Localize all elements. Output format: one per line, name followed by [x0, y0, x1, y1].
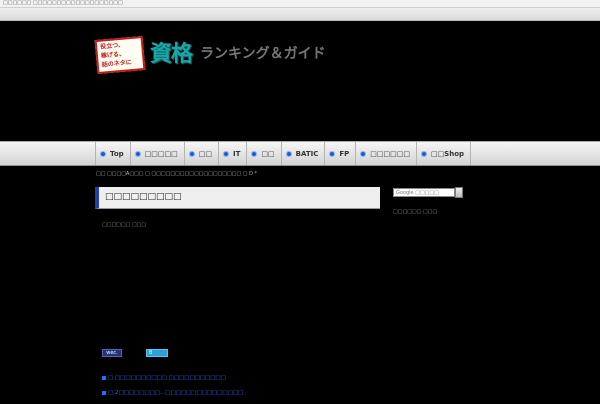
- bullet-icon: [360, 150, 367, 157]
- sidebar-text: □□□□□□ □□□: [393, 209, 438, 215]
- breadcrumb[interactable]: □□ □□□□A□□□ □ □□□□□□□□□□□□□□□□□□□ □ D *: [96, 171, 257, 177]
- logo-badge[interactable]: 役立つ、 稼げる、 話のネタに: [94, 35, 146, 75]
- bullet-icon: [420, 150, 427, 157]
- nav-item-shop[interactable]: □□Shop: [417, 142, 472, 165]
- share-button[interactable]: wec.: [102, 349, 122, 357]
- bullet-icon: [329, 150, 336, 157]
- site-logo[interactable]: 資格: [150, 36, 193, 68]
- search-button[interactable]: [455, 187, 463, 198]
- bullet-icon: [222, 150, 229, 157]
- top-strip: □□□□□□ □□□□□□□□□□□□□□□□□□□: [0, 0, 600, 8]
- nav-item-8[interactable]: □□□□□□: [356, 142, 417, 165]
- nav-item-3[interactable]: □□: [185, 142, 219, 165]
- top-strip-text: □□□□□□ □□□□□□□□□□□□□□□□□□□: [3, 0, 123, 6]
- bullet-icon: [285, 150, 292, 157]
- nav-item-fp[interactable]: FP: [325, 142, 357, 165]
- bullet-square-icon: [102, 391, 106, 395]
- page-title-box: □□□□□□□□□: [95, 187, 380, 209]
- bullet-icon: [134, 150, 141, 157]
- nav-item-top[interactable]: Top: [95, 142, 131, 165]
- bullet-icon: [251, 150, 258, 157]
- main-nav: Top □□□□□ □□ IT □□ BATIC FP □□□□□□ □□Sho…: [0, 141, 600, 166]
- site-logo-subtitle[interactable]: ランキング＆ガイド: [200, 43, 326, 63]
- bullet-icon: [188, 150, 195, 157]
- related-link[interactable]: □ 2□□□□□□□□...□□□□□□□□□□□□□□□: [102, 389, 243, 397]
- bookmark-button[interactable]: B: [146, 349, 168, 357]
- bullet-square-icon: [102, 376, 106, 380]
- bullet-icon: [100, 150, 106, 157]
- nav-item-batic[interactable]: BATIC: [282, 142, 326, 165]
- logo-badge-line: 話のネタに: [101, 59, 133, 69]
- related-link[interactable]: □ □□□□□□□□□□ □□□□□□□□□□□: [102, 374, 243, 382]
- nav-item-2[interactable]: □□□□□: [131, 142, 185, 165]
- search-input[interactable]: [393, 188, 455, 197]
- header-bar: [0, 8, 600, 21]
- page-title: □□□□□□□□□: [105, 192, 182, 202]
- nav-item-it[interactable]: IT: [219, 142, 248, 165]
- content-text: □□□□□□ □□□: [102, 222, 147, 228]
- nav-item-5[interactable]: □□: [247, 142, 282, 165]
